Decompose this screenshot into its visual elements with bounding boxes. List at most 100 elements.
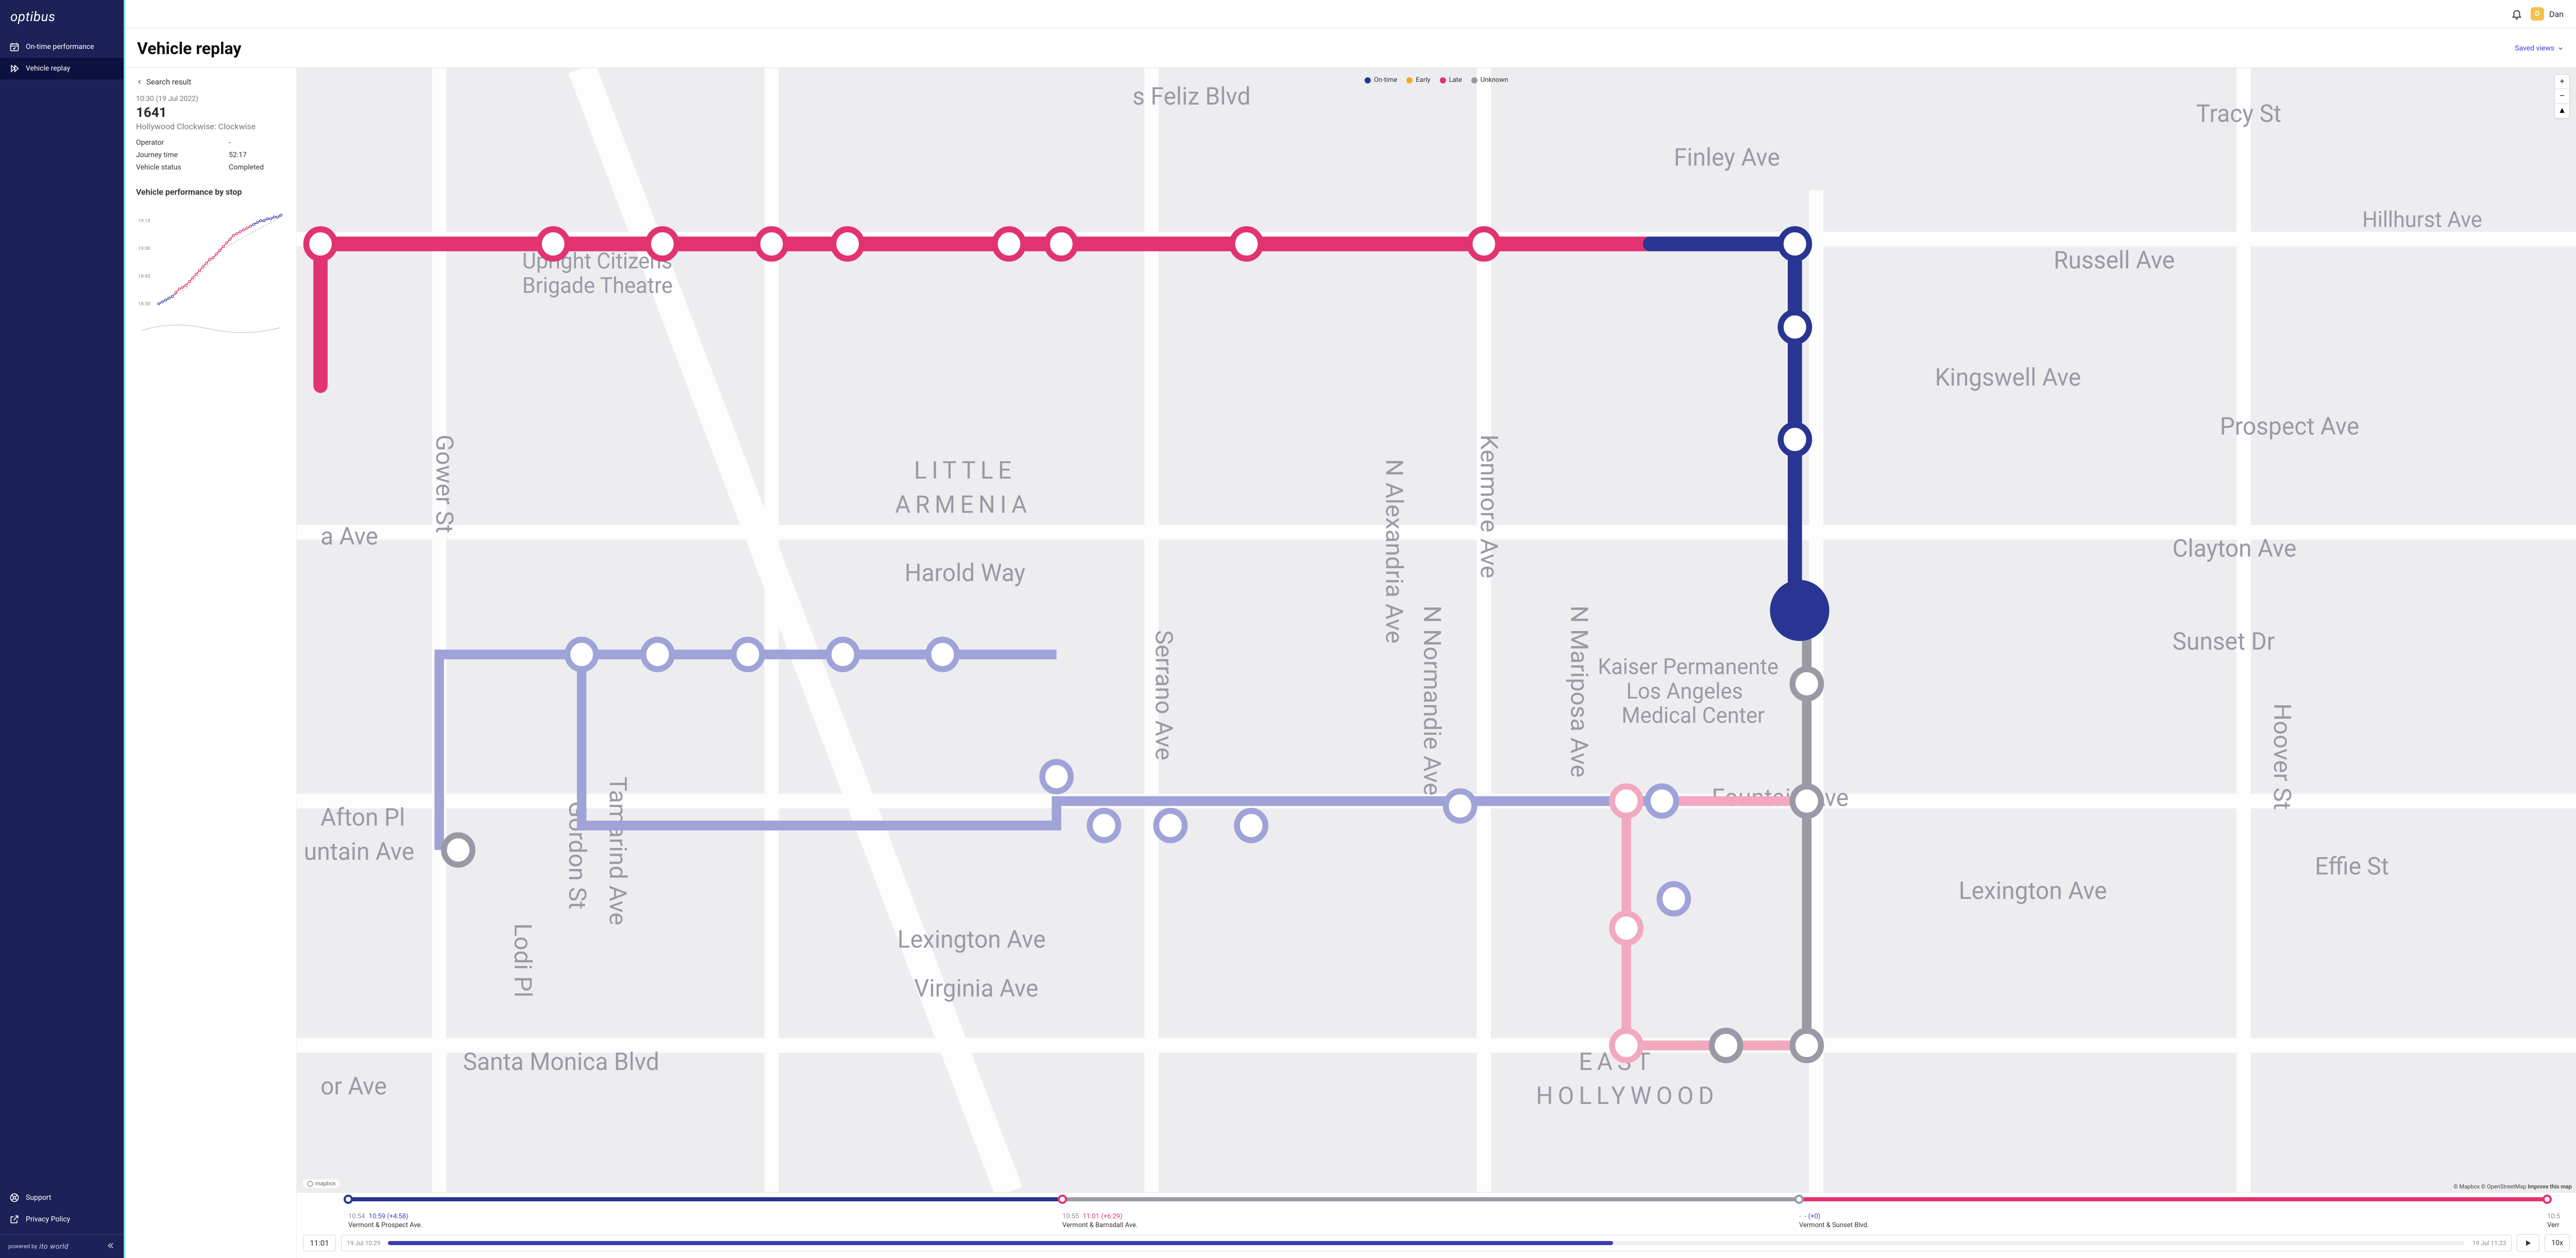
svg-text:Russell Ave: Russell Ave [2054, 246, 2175, 275]
svg-text:N Alexandria Ave: N Alexandria Ave [1380, 459, 1407, 643]
svg-text:Harold Way: Harold Way [905, 559, 1026, 588]
legend-label: Early [1416, 76, 1430, 84]
zoom-in-button[interactable]: + [2555, 75, 2569, 89]
map[interactable]: On-time Early Late Unknown + − ▲ mapbox [297, 68, 2576, 1192]
saved-views-label: Saved views [2515, 44, 2554, 53]
support-icon [9, 1193, 20, 1203]
nav: On-time performance Vehicle replay [0, 36, 125, 79]
avatar: D [2531, 7, 2544, 21]
timeline-card[interactable]: 10:55 11:01 (+6:29)Vermont & Barnsdall A… [1062, 1211, 1799, 1231]
timeline-track[interactable] [303, 1193, 2570, 1207]
svg-text:Afton Pl: Afton Pl [320, 804, 405, 832]
svg-text:N Normandie Ave: N Normandie Ave [1418, 606, 1445, 796]
calendar-check-icon [9, 42, 20, 52]
legend-dot-late [1439, 77, 1446, 83]
timeline-stop[interactable] [1794, 1195, 1804, 1204]
powered-by: powered by ito world [0, 1234, 125, 1258]
svg-text:Sunset Dr: Sunset Dr [2173, 627, 2275, 656]
svg-text:Finley Ave: Finley Ave [1674, 144, 1780, 172]
kv-key: Journey time [136, 151, 229, 159]
nav-on-time-performance[interactable]: On-time performance [0, 36, 125, 58]
timeline-stop[interactable] [344, 1195, 353, 1204]
external-link-icon [9, 1214, 20, 1225]
brand-logo: optibus [0, 0, 125, 36]
attrib-osm[interactable]: © OpenStreetMap [2481, 1183, 2527, 1190]
mapbox-badge: mapbox [303, 1179, 340, 1188]
player-end-time: 19 Jul 11:23 [2472, 1239, 2506, 1247]
timeline-card[interactable]: 10:5Verr [2547, 1211, 2570, 1231]
trip-time: 10:30 (19 Jul 2022) [136, 95, 285, 103]
nav-item-label: On-time performance [26, 43, 94, 51]
basemap: Tracy St Finley Ave Russell Ave Kingswel… [297, 68, 2576, 1192]
svg-text:Serrano Ave: Serrano Ave [1149, 630, 1177, 760]
legend-dot-ontime [1365, 77, 1371, 83]
attrib-mapbox[interactable]: © Mapbox [2453, 1183, 2480, 1190]
sidebar: optibus On-time performance Vehicle repl… [0, 0, 125, 1258]
details-panel: Search result 10:30 (19 Jul 2022) 1641 H… [125, 68, 297, 1258]
timeline-stop[interactable] [2543, 1195, 2552, 1204]
nav-vehicle-replay[interactable]: Vehicle replay [0, 58, 125, 79]
svg-text:Kenmore Ave: Kenmore Ave [1475, 435, 1502, 579]
svg-text:Medical Center: Medical Center [1621, 703, 1765, 729]
svg-text:19:15: 19:15 [138, 218, 151, 224]
svg-text:Lodi Pl: Lodi Pl [509, 923, 536, 997]
chevron-down-icon [2557, 45, 2564, 52]
legend-label: Late [1449, 76, 1462, 84]
powered-by-prefix: powered by [8, 1243, 37, 1250]
svg-text:18:45: 18:45 [138, 274, 151, 279]
collapse-sidebar-icon[interactable] [107, 1241, 116, 1252]
timeline-card[interactable]: - - (+0)Vermont & Sunset Blvd. [1799, 1211, 2547, 1231]
kv-value: Completed [229, 163, 264, 172]
saved-views-button[interactable]: Saved views [2515, 44, 2564, 53]
svg-text:Lexington Ave: Lexington Ave [897, 926, 1046, 954]
svg-text:N Mariposa Ave: N Mariposa Ave [1565, 606, 1592, 778]
svg-text:Virginia Ave: Virginia Ave [914, 975, 1038, 1003]
timeline-card[interactable]: 10:54 10:59 (+4:58)Vermont & Prospect Av… [348, 1211, 1062, 1231]
svg-text:HOLLYWOOD: HOLLYWOOD [1536, 1082, 1719, 1111]
svg-text:a Ave: a Ave [320, 522, 378, 551]
svg-text:Brigade Theatre: Brigade Theatre [522, 273, 673, 299]
speed-selector[interactable]: 10x [2545, 1234, 2570, 1252]
timeline-cards: 10:54 10:59 (+4:58)Vermont & Prospect Av… [303, 1210, 2570, 1231]
map-attribution: © Mapbox © OpenStreetMap Improve this ma… [2453, 1183, 2572, 1190]
user-name: Dan [2549, 9, 2564, 19]
kv-key: Operator [136, 139, 229, 147]
sidebar-link-label: Privacy Policy [26, 1215, 70, 1223]
map-controls: + − ▲ [2554, 74, 2570, 118]
perf-minimap [136, 317, 285, 334]
topbar: D Dan [125, 0, 2576, 28]
play-icon [2524, 1239, 2532, 1247]
svg-text:Kingswell Ave: Kingswell Ave [1935, 364, 2081, 392]
notifications-icon[interactable] [2511, 8, 2522, 20]
back-to-search[interactable]: Search result [136, 77, 285, 87]
player-start-time: 19 Jul 10:29 [347, 1239, 380, 1247]
kv-value: - [229, 139, 231, 147]
svg-text:Prospect Ave: Prospect Ave [2220, 413, 2360, 441]
zoom-out-button[interactable]: − [2555, 89, 2569, 104]
powered-by-brand: ito world [39, 1243, 69, 1251]
svg-text:Hillhurst Ave: Hillhurst Ave [2362, 207, 2482, 233]
svg-text:Tamarind Ave: Tamarind Ave [604, 777, 631, 926]
sidebar-link-label: Support [26, 1194, 51, 1202]
svg-text:Kaiser Permanente: Kaiser Permanente [1598, 654, 1778, 680]
play-button[interactable] [2517, 1234, 2539, 1252]
attrib-improve[interactable]: Improve this map [2528, 1183, 2572, 1190]
timeline-stop[interactable] [1058, 1195, 1067, 1204]
sidebar-privacy[interactable]: Privacy Policy [0, 1209, 125, 1230]
user-menu[interactable]: D Dan [2531, 7, 2564, 21]
performance-chart: 18:3018:4519:0019:15 [136, 202, 285, 315]
svg-text:ARMENIA: ARMENIA [895, 491, 1031, 519]
sidebar-support[interactable]: Support [0, 1187, 125, 1209]
svg-text:s Feliz Blvd: s Feliz Blvd [1132, 83, 1250, 111]
svg-text:Lexington Ave: Lexington Ave [1959, 877, 2107, 905]
compass-button[interactable]: ▲ [2555, 104, 2569, 118]
back-label: Search result [146, 77, 191, 87]
chevron-left-icon [136, 78, 143, 86]
player-scrubber[interactable]: 19 Jul 10:29 19 Jul 11:23 [341, 1235, 2512, 1251]
kv-key: Vehicle status [136, 163, 229, 172]
svg-text:Los Angeles: Los Angeles [1626, 678, 1743, 704]
svg-text:Hoover St: Hoover St [2268, 703, 2295, 810]
svg-text:18:30: 18:30 [138, 301, 150, 307]
svg-text:Santa Monica Blvd: Santa Monica Blvd [463, 1048, 659, 1076]
nav-item-label: Vehicle replay [26, 64, 70, 73]
